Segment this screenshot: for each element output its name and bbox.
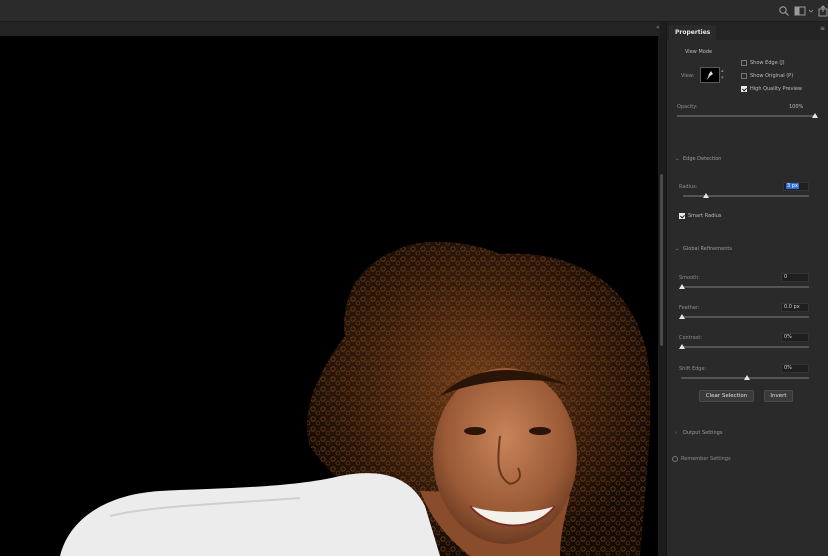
canvas-vertical-scrollbar[interactable] — [658, 36, 665, 556]
smooth-input[interactable]: 0 — [781, 273, 809, 282]
show-original-label: Show Original (P) — [750, 73, 794, 79]
show-original-checkbox[interactable] — [741, 73, 747, 79]
output-settings-title: Output Settings — [683, 430, 723, 436]
feather-value: 0.0 px — [784, 304, 800, 310]
opacity-slider-track[interactable] — [677, 115, 817, 117]
document-subbar: « — [0, 22, 660, 36]
feather-slider-track[interactable] — [681, 316, 809, 318]
feather-label: Feather: — [679, 305, 700, 311]
smooth-slider-thumb[interactable] — [679, 284, 685, 289]
clear-selection-button[interactable]: Clear Selection — [699, 390, 754, 402]
invert-button[interactable]: Invert — [764, 390, 793, 402]
edge-detection-title: Edge Detection — [683, 156, 722, 162]
view-mode-thumbnail[interactable] — [700, 67, 720, 83]
contrast-slider-thumb[interactable] — [679, 344, 685, 349]
contrast-value: 0% — [784, 334, 792, 340]
show-edge-label: Show Edge (J) — [750, 60, 785, 66]
image-canvas[interactable] — [0, 36, 658, 556]
subject-photo — [60, 241, 651, 556]
opacity-label: Opacity: — [677, 104, 698, 110]
smart-radius-checkbox[interactable] — [679, 213, 685, 219]
shift-edge-slider-thumb[interactable] — [744, 375, 750, 380]
search-icon[interactable] — [778, 5, 790, 17]
radius-label: Radius: — [679, 184, 698, 190]
collapse-arrows-icon[interactable]: « — [656, 24, 660, 31]
remember-settings-label: Remember Settings — [681, 456, 731, 462]
chevron-down-icon: ⌄ — [675, 246, 680, 252]
high-quality-preview-checkbox[interactable] — [741, 86, 747, 92]
tab-properties[interactable]: Properties — [669, 25, 717, 40]
contrast-input[interactable]: 0% — [781, 333, 809, 342]
feather-slider-thumb[interactable] — [679, 314, 685, 319]
chevron-down-icon: ⌄ — [675, 156, 680, 162]
share-icon[interactable] — [817, 5, 828, 17]
panel-menu-icon[interactable]: ≡ — [820, 25, 825, 32]
radius-input[interactable]: 3 px — [783, 182, 809, 191]
global-refinements-title: Global Refinements — [683, 246, 732, 252]
radius-slider-thumb[interactable] — [703, 193, 709, 198]
chevron-right-icon: › — [675, 430, 677, 436]
chevron-down-icon[interactable] — [808, 5, 814, 17]
smart-radius-label: Smart Radius — [688, 213, 722, 219]
shift-edge-value: 0% — [784, 365, 792, 371]
radius-value: 3 px — [786, 183, 799, 189]
smooth-slider-track[interactable] — [681, 286, 809, 288]
global-refinements-header[interactable]: ⌄ Global Refinements — [675, 246, 732, 252]
radius-slider-track[interactable] — [683, 195, 809, 197]
panel-tab-strip: Properties ≡ — [667, 22, 828, 40]
view-mode-heading: View Mode — [685, 49, 713, 55]
opacity-slider-thumb[interactable] — [812, 113, 818, 118]
view-mode-dropdown-icon[interactable]: ▴ ▾ — [721, 68, 727, 82]
smooth-value: 0 — [784, 274, 788, 280]
scrollbar-thumb[interactable] — [660, 174, 663, 346]
show-edge-checkbox[interactable] — [741, 60, 747, 66]
feather-input[interactable]: 0.0 px — [781, 303, 809, 312]
view-preview-icon — [707, 71, 713, 80]
remember-settings-checkbox[interactable] — [672, 456, 678, 462]
shift-edge-input[interactable]: 0% — [781, 364, 809, 373]
contrast-label: Contrast: — [679, 335, 703, 341]
properties-panel: Properties ≡ View Mode View: ▴ ▾ Show Edg… — [666, 22, 828, 556]
smooth-label: Smooth: — [679, 275, 700, 281]
view-label: View: — [681, 73, 695, 79]
app-top-bar — [0, 0, 828, 22]
high-quality-preview-label: High Quality Preview — [750, 86, 802, 92]
shift-edge-label: Shift Edge: — [679, 366, 707, 372]
contrast-slider-track[interactable] — [681, 346, 809, 348]
edge-detection-header[interactable]: ⌄ Edge Detection — [675, 156, 721, 162]
workspace-layout-icon[interactable] — [794, 5, 806, 17]
output-settings-header[interactable]: › Output Settings — [675, 430, 722, 436]
opacity-value[interactable]: 100% — [789, 104, 803, 110]
